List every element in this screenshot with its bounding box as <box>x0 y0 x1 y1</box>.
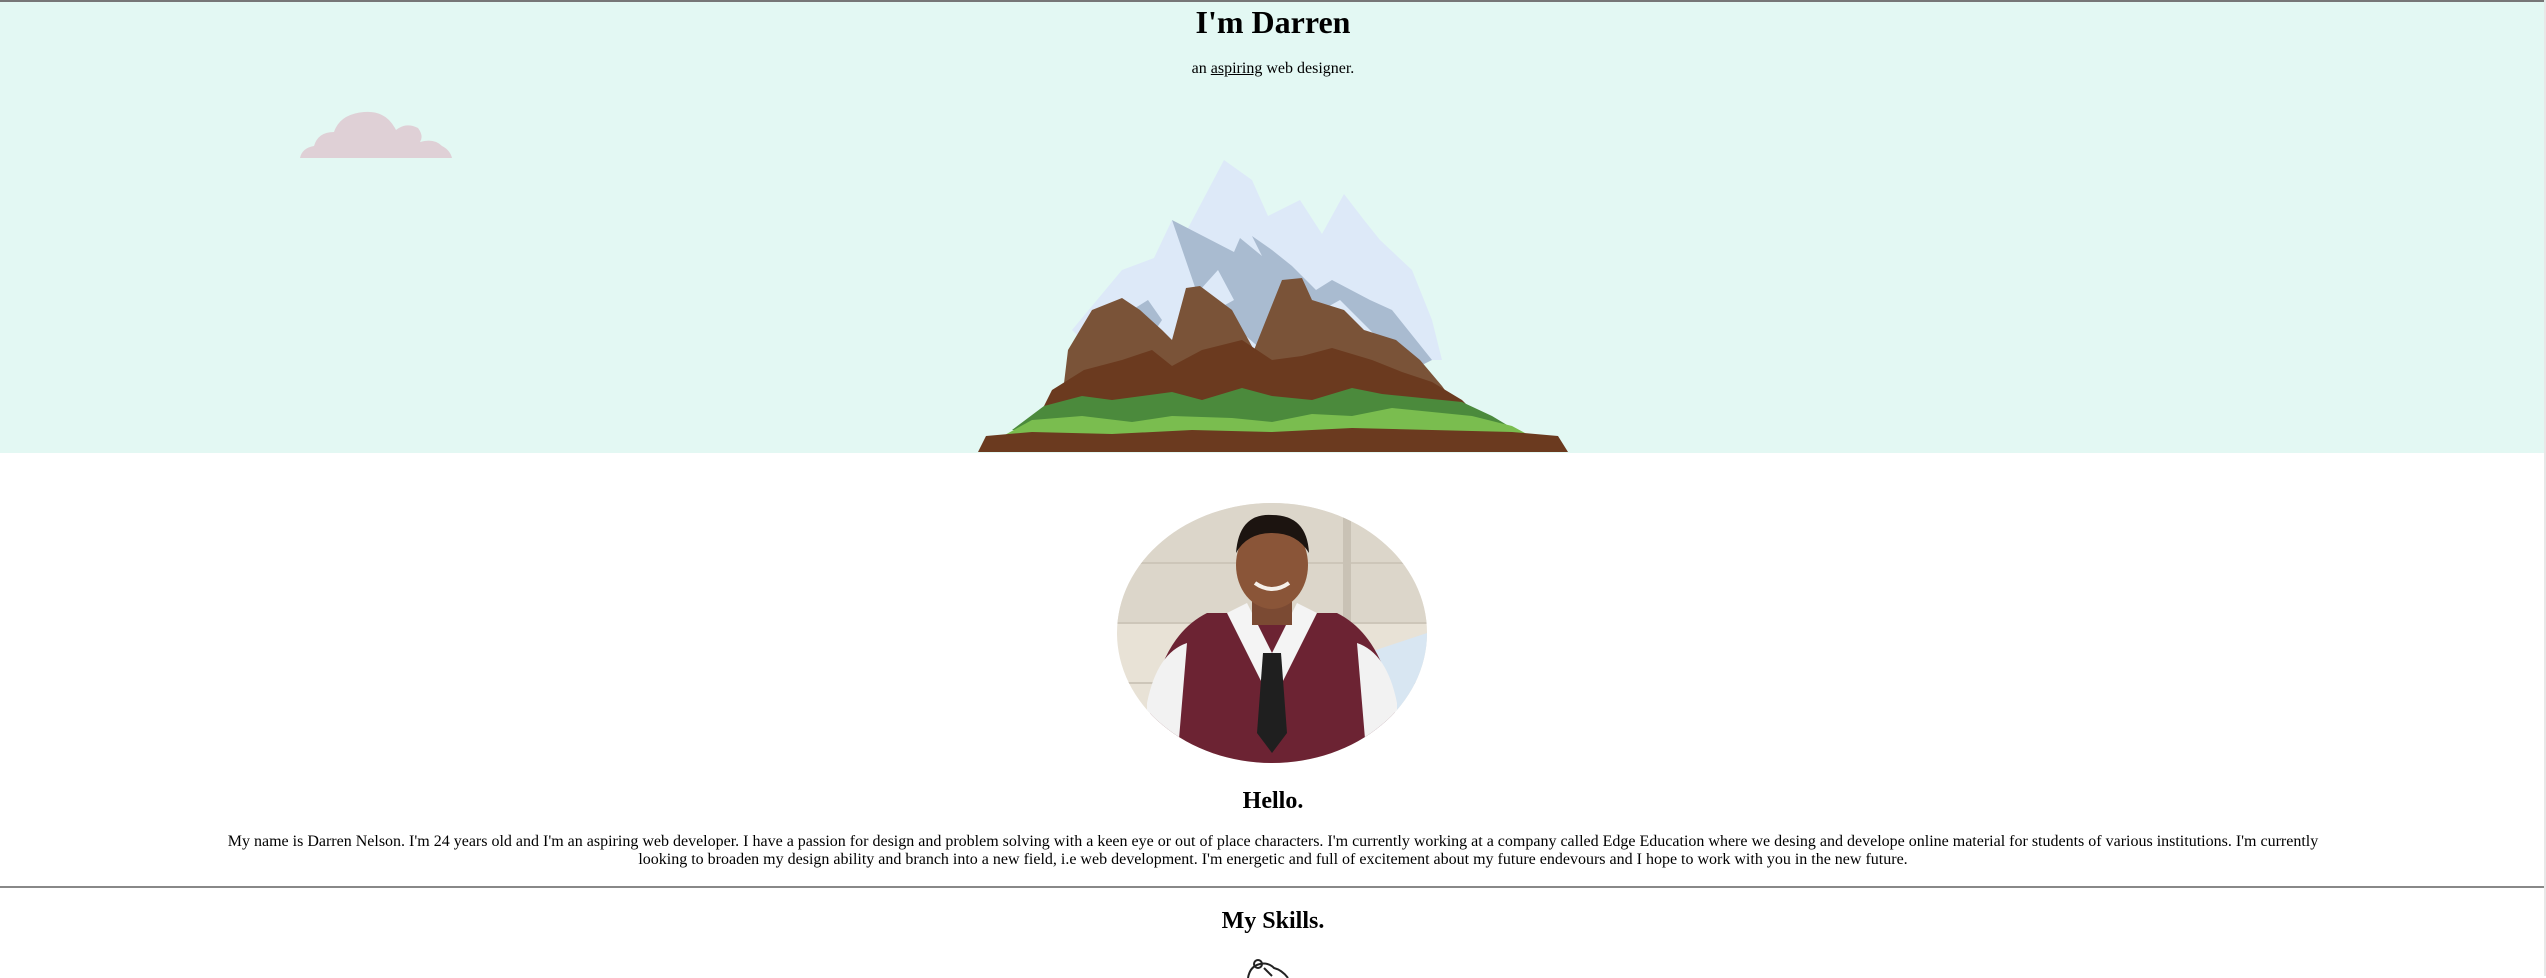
avatar <box>1117 503 1427 763</box>
cloud-icon <box>300 111 452 158</box>
section-divider <box>0 886 2546 888</box>
bio-line-2: looking to broaden my design ability and… <box>638 851 1908 868</box>
hero-section: I'm Darren an aspiring web designer. <box>0 2 2546 453</box>
subtitle-suffix: web designer. <box>1266 60 1355 77</box>
about-heading: Hello. <box>1242 788 1304 814</box>
aspiring-link[interactable]: aspiring <box>1211 60 1263 77</box>
skills-heading: My Skills. <box>1221 908 1325 934</box>
bio-line-1: My name is Darren Nelson. I'm 24 years o… <box>227 833 2319 850</box>
hero-subtitle: an aspiring web designer. <box>0 58 2546 80</box>
bio-paragraph: My name is Darren Nelson. I'm 24 years o… <box>216 833 2330 869</box>
subtitle-prefix: an <box>1191 60 1207 77</box>
hero-title: I'm Darren <box>1195 4 1351 40</box>
mountain-illustration <box>978 160 1568 452</box>
skill-icon <box>1247 959 1289 978</box>
